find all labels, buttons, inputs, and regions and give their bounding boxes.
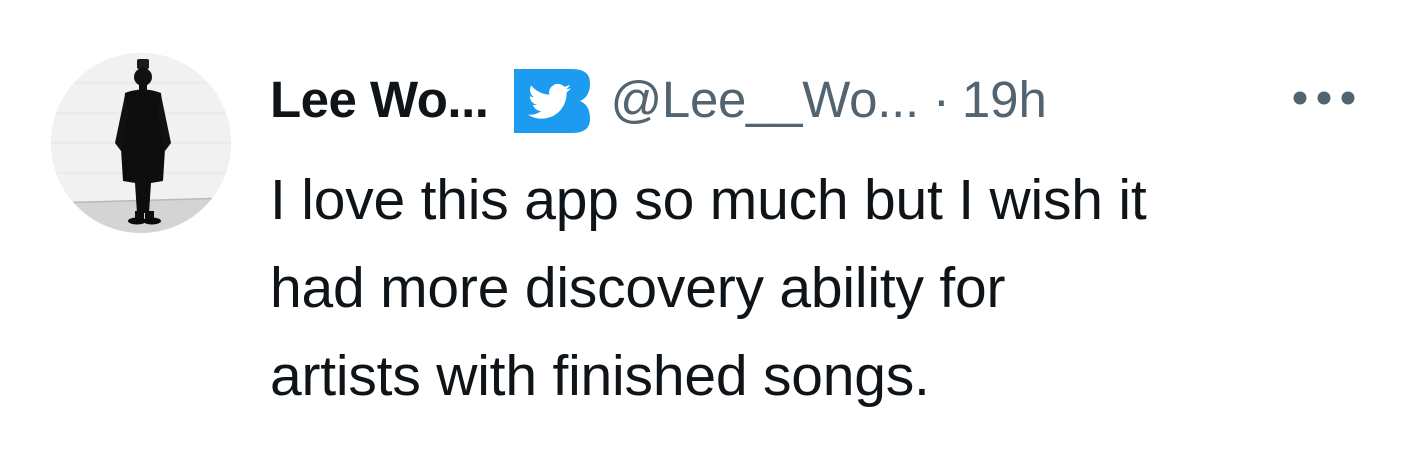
more-options-button[interactable]	[1284, 76, 1364, 120]
avatar[interactable]	[51, 53, 231, 233]
avatar-photo	[51, 53, 231, 233]
tweet-text-line: artists with finished songs.	[270, 344, 930, 408]
timestamp[interactable]: 19h	[962, 70, 1047, 129]
tweet-header: Lee Wo... @Lee__Wo... · 19h	[270, 62, 1047, 136]
more-dots-icon	[1293, 91, 1355, 105]
user-handle[interactable]: @Lee__Wo...	[610, 70, 919, 129]
twitter-bird-icon	[514, 69, 591, 133]
tweet-text-line: I love this app so much but I wish it	[270, 168, 1147, 232]
tweet-text-line: had more discovery ability for	[270, 256, 1006, 320]
tweet-text: I love this app so much but I wish it ha…	[270, 156, 1370, 420]
display-name[interactable]: Lee Wo...	[270, 70, 489, 129]
tweet-card[interactable]: Lee Wo... @Lee__Wo... · 19h I love this …	[0, 0, 1405, 456]
separator-dot: ·	[932, 70, 950, 128]
